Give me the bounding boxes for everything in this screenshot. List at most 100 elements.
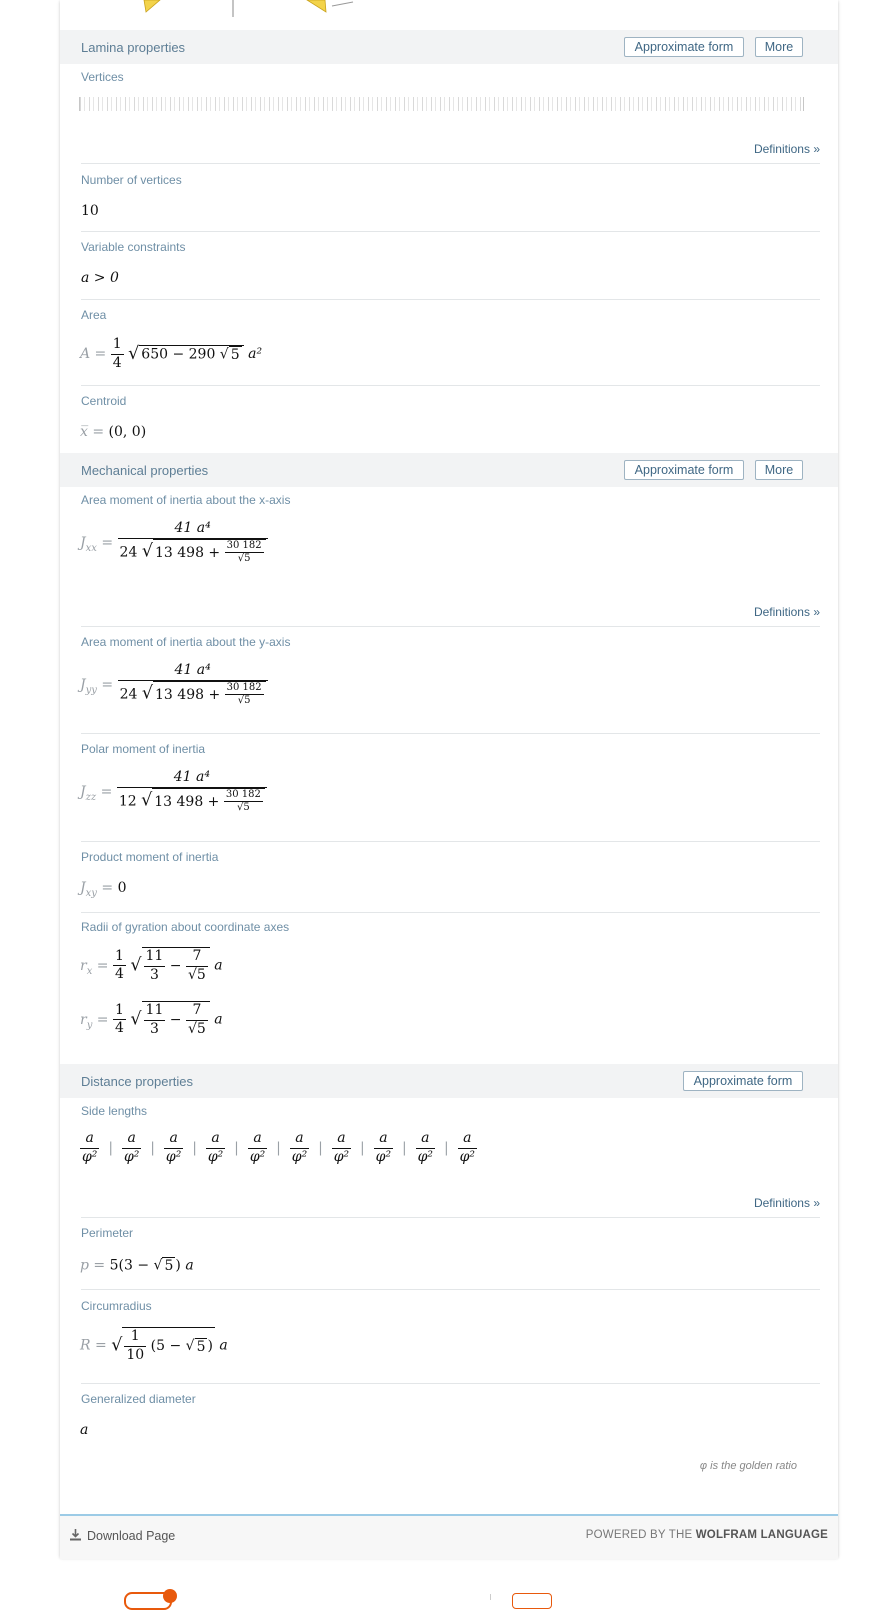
side-length: a φ² [247, 1130, 268, 1165]
approximate-form-button[interactable]: Approximate form [624, 460, 744, 480]
lamina-title: Lamina properties [81, 40, 186, 55]
jyy-fnum: 30 182 [226, 681, 262, 693]
divider [81, 1217, 820, 1218]
jxx-formula: Jxx = 41 a⁴ 24 √ 13 498 + 30 182 √5 [80, 520, 268, 566]
gyration-label: Radii of gyration about coordinate axes [81, 920, 290, 934]
star-point-right [306, 0, 327, 13]
rx-lhs: r [80, 957, 87, 974]
ry-tail: a [214, 1011, 223, 1028]
jxy-value: 0 [117, 880, 127, 896]
perimeter-a: 5 [109, 1257, 119, 1274]
jyy-num: 41 a⁴ [174, 662, 211, 678]
rx-bnum: 7 [192, 948, 202, 964]
rx-bden: 5 [196, 966, 206, 983]
ry-aden: 3 [143, 1019, 166, 1039]
divider [81, 1289, 820, 1290]
circumradius-formula: R = √ 1 10 (5 − √ 5) a [80, 1327, 228, 1363]
definitions-link[interactable]: Definitions » [754, 1196, 820, 1210]
definitions-link[interactable]: Definitions » [754, 605, 820, 619]
more-button[interactable]: More [755, 460, 803, 480]
area-inner: 5 [228, 346, 242, 363]
figure-fragment [143, 0, 354, 17]
centroid-lhs: x̅ = [80, 424, 105, 440]
jzz-fnum: 30 182 [225, 788, 261, 800]
jxx-rad: 13 498 + [154, 544, 221, 561]
divider [81, 385, 820, 386]
circumradius-lhs: R = [80, 1337, 107, 1354]
download-page-link[interactable]: Download Page [70, 1529, 175, 1543]
ry-bden: 5 [196, 1020, 206, 1037]
rx-tail: a [214, 957, 223, 974]
jxy-sub: xy [85, 887, 97, 899]
golden-ratio-note: φ is the golden ratio [699, 1460, 797, 1472]
centroid-label: Centroid [81, 394, 127, 408]
divider [81, 231, 820, 232]
constraints-value: a > 0 [81, 270, 119, 286]
jzz-fden: 5 [243, 802, 250, 813]
approximate-form-button[interactable]: Approximate form [683, 1071, 803, 1091]
definitions-link[interactable]: Definitions » [754, 142, 820, 156]
toggle-knob [163, 1589, 177, 1603]
jzz-num: 41 a⁴ [173, 769, 210, 785]
jyy-label: Area moment of inertia about the y-axis [81, 635, 291, 649]
product-label: Product moment of inertia [81, 850, 219, 864]
circumradius-label: Circumradius [81, 1299, 152, 1313]
jxx-label: Area moment of inertia about the x-axis [81, 493, 291, 507]
distance-title: Distance properties [81, 1074, 193, 1089]
side-length: a φ² [121, 1130, 142, 1165]
pointer-line [331, 1, 354, 7]
divider [81, 1383, 820, 1384]
divider [81, 626, 820, 627]
perimeter-tail: a [185, 1257, 194, 1274]
ry-lhs: r [80, 1011, 87, 1028]
centroid-value: (0, 0) [108, 424, 147, 440]
area-rad: 650 − 290 [141, 346, 216, 363]
side-lengths-label: Side lengths [81, 1104, 148, 1118]
rx-sub: x [86, 965, 93, 977]
download-icon [70, 1529, 81, 1541]
area-formula: A = 14 √ 650 − 290 √ 5 a² [80, 336, 263, 371]
rx-aden: 3 [143, 965, 166, 985]
side-length: a φ² [373, 1130, 394, 1165]
divider [81, 733, 820, 734]
rx-num: 1 [114, 947, 124, 964]
num-vertices-label: Number of vertices [81, 173, 182, 187]
circumradius-tail: a [219, 1337, 228, 1354]
jxx-num: 41 a⁴ [174, 520, 211, 536]
ry-anum: 11 [145, 1002, 164, 1018]
download-page-label: Download Page [87, 1529, 176, 1543]
rx-den: 4 [112, 965, 126, 982]
generalized-diameter-value: a [80, 1422, 89, 1438]
side-length: a φ² [205, 1130, 226, 1165]
num-vertices-value: 10 [81, 203, 99, 219]
button-fragment[interactable] [512, 1593, 552, 1609]
perimeter-b: 3 − [124, 1257, 150, 1274]
side-lengths-list: a φ² | a φ² | a φ² | a φ² | a φ² | a φ² | a φ² … [80, 1130, 477, 1165]
approximate-form-button[interactable]: Approximate form [624, 37, 744, 57]
jxx-fnum: 30 182 [226, 539, 262, 551]
ry-sub: y [86, 1019, 93, 1031]
circumradius-fden: 10 [124, 1345, 147, 1363]
side-length: a φ² [163, 1130, 184, 1165]
jzz-rad: 13 498 + [154, 793, 220, 810]
jxx-sub: xx [85, 542, 97, 554]
perimeter-lhs: p = [80, 1257, 106, 1274]
more-button[interactable]: More [755, 37, 803, 57]
jyy-coef: 24 [119, 686, 138, 702]
jzz-sub: zz [85, 791, 97, 803]
side-length: a φ² [80, 1130, 100, 1165]
powered-prefix: POWERED BY THE [585, 1529, 693, 1541]
ry-formula: ry = 14 √ 11 3 − 7 √5 a [80, 1001, 223, 1039]
jzz-coef: 12 [118, 793, 137, 809]
vertices-value [79, 97, 804, 111]
vertices-label: Vertices [81, 70, 124, 84]
jyy-rad: 13 498 + [155, 686, 221, 703]
generalized-diameter-label: Generalized diameter [81, 1392, 196, 1406]
side-length: a φ² [289, 1130, 310, 1165]
polar-label: Polar moment of inertia [81, 742, 206, 756]
centroid-formula: x̅ = (0, 0) [80, 424, 146, 440]
divider [81, 912, 820, 913]
area-label: Area [81, 308, 107, 322]
jyy-sub: yy [85, 684, 97, 696]
constraints-label: Variable constraints [81, 240, 186, 254]
